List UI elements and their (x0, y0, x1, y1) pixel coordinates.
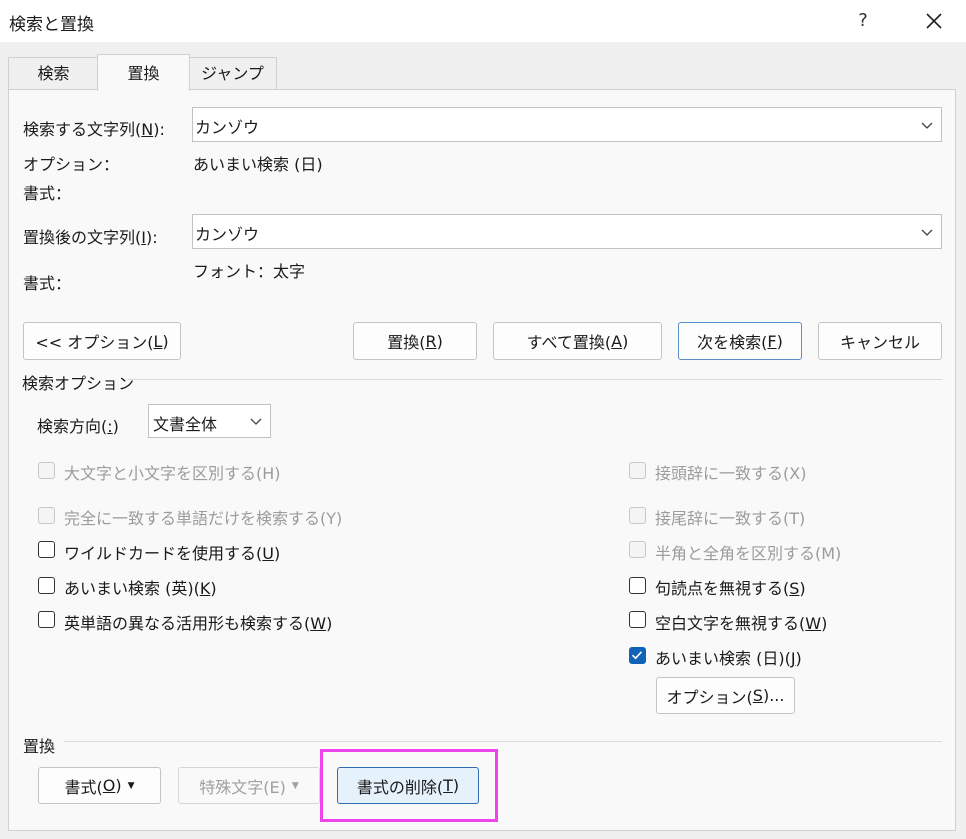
special-button[interactable]: 特殊文字(E) ▼ (178, 767, 320, 804)
search-options-title: 検索オプション (22, 374, 135, 393)
whitespace-checkbox[interactable] (629, 611, 646, 628)
replace-combobox[interactable]: カンゾウ (192, 214, 942, 249)
match-case-checkbox[interactable] (38, 462, 55, 479)
replace-format-value: フォント：太字 (193, 262, 306, 281)
help-button[interactable]: ? (848, 6, 878, 36)
section-divider (128, 379, 942, 380)
title-bar (0, 0, 966, 42)
direction-select[interactable]: 文書全体 (148, 404, 271, 438)
whole-word-checkbox[interactable] (38, 507, 55, 524)
find-input[interactable]: カンゾウ (195, 114, 259, 138)
whole-word-label: 完全に一致する単語だけを検索する(Y) (64, 509, 343, 528)
replace-format-label: 書式： (23, 274, 72, 293)
replace-label: 置換後の文字列(I): (23, 228, 158, 247)
direction-value: 文書全体 (153, 415, 218, 434)
chevron-down-icon[interactable] (919, 224, 935, 240)
format-button[interactable]: 書式(O) ▼ (38, 767, 161, 804)
cancel-button[interactable]: キャンセル (818, 322, 942, 360)
options-value: あいまい検索 (日) (193, 155, 323, 174)
word-forms-label: 英単語の異なる活用形も検索する(W) (64, 614, 333, 633)
word-forms-checkbox[interactable] (38, 611, 55, 628)
highlight-box (320, 749, 498, 822)
wildcard-checkbox[interactable] (38, 541, 55, 558)
replace-section-title: 置換 (23, 737, 56, 756)
checkmark-icon (631, 651, 643, 660)
find-next-button[interactable]: 次を検索(F) (678, 322, 802, 360)
caret-down-icon: ▼ (291, 780, 299, 791)
fuzzy-ja-checkbox[interactable] (629, 647, 646, 664)
chevron-down-icon[interactable] (919, 117, 935, 133)
find-format-label: 書式： (23, 184, 72, 203)
options-label: オプション： (23, 155, 120, 174)
fuzzy-options-button[interactable]: オプション(S)... (656, 677, 795, 714)
fuzzy-ja-label: あいまい検索 (日)(J) (655, 649, 802, 668)
suffix-checkbox[interactable] (629, 507, 646, 524)
find-combobox[interactable]: カンゾウ (192, 107, 942, 142)
direction-label: 検索方向(:) (37, 417, 119, 436)
punctuation-checkbox[interactable] (629, 577, 646, 594)
punctuation-label: 句読点を無視する(S) (655, 579, 806, 598)
replace-all-button[interactable]: すべて置換(A) (493, 322, 662, 360)
chevron-down-icon (250, 418, 262, 425)
window-title: 検索と置換 (9, 15, 94, 35)
find-label: 検索する文字列(N): (23, 120, 165, 139)
caret-down-icon: ▼ (127, 780, 135, 791)
suffix-label: 接尾辞に一致する(T) (655, 509, 806, 528)
prefix-label: 接頭辞に一致する(X) (655, 464, 807, 483)
close-icon (926, 13, 942, 29)
special-button-label: 特殊文字(E) (199, 777, 286, 797)
replace-input[interactable]: カンゾウ (195, 221, 259, 245)
width-label: 半角と全角を区別する(M) (655, 544, 842, 563)
tab-replace[interactable]: 置換 (97, 54, 190, 91)
tab-goto[interactable]: ジャンプ (188, 57, 277, 90)
tab-find[interactable]: 検索 (8, 57, 99, 90)
whitespace-label: 空白文字を無視する(W) (655, 614, 828, 633)
replace-button[interactable]: 置換(R) (353, 322, 477, 360)
section-divider (64, 741, 942, 742)
match-case-label: 大文字と小文字を区別する(H) (64, 464, 281, 483)
wildcard-label: ワイルドカードを使用する(U) (64, 544, 281, 563)
width-checkbox[interactable] (629, 541, 646, 558)
close-button[interactable] (916, 5, 952, 37)
fuzzy-en-label: あいまい検索 (英)(K) (64, 579, 217, 598)
fuzzy-en-checkbox[interactable] (38, 577, 55, 594)
prefix-checkbox[interactable] (629, 462, 646, 479)
options-toggle-button[interactable]: << オプション(L) (23, 322, 181, 360)
